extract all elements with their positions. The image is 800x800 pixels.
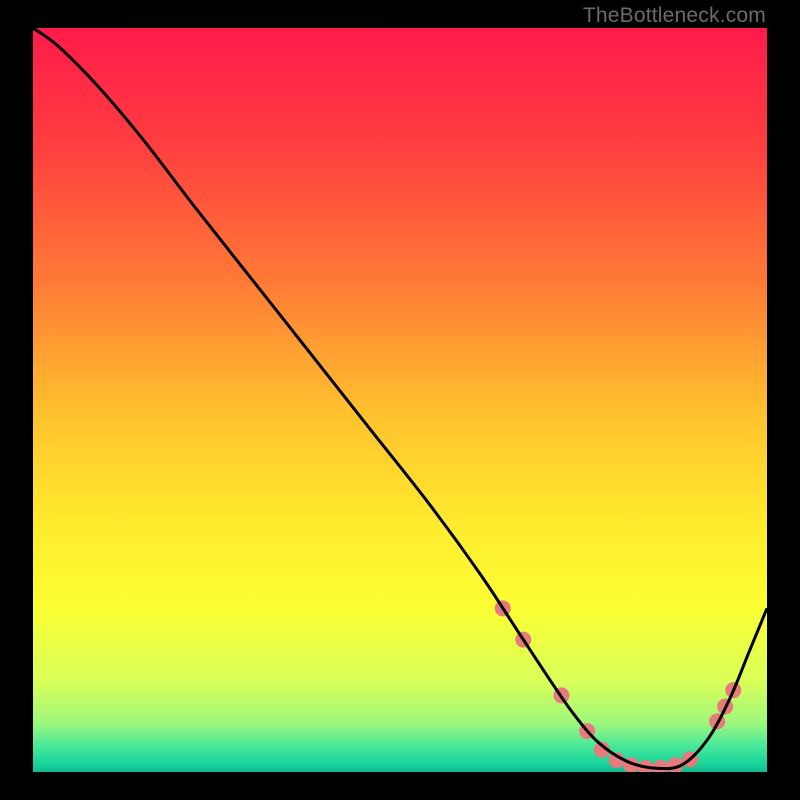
plot-area	[33, 28, 767, 772]
curve-layer	[33, 28, 767, 772]
watermark-text: TheBottleneck.com	[583, 4, 766, 28]
curve-marker	[653, 760, 669, 772]
chart-stage: TheBottleneck.com	[0, 0, 800, 800]
bottleneck-curve	[33, 28, 767, 769]
